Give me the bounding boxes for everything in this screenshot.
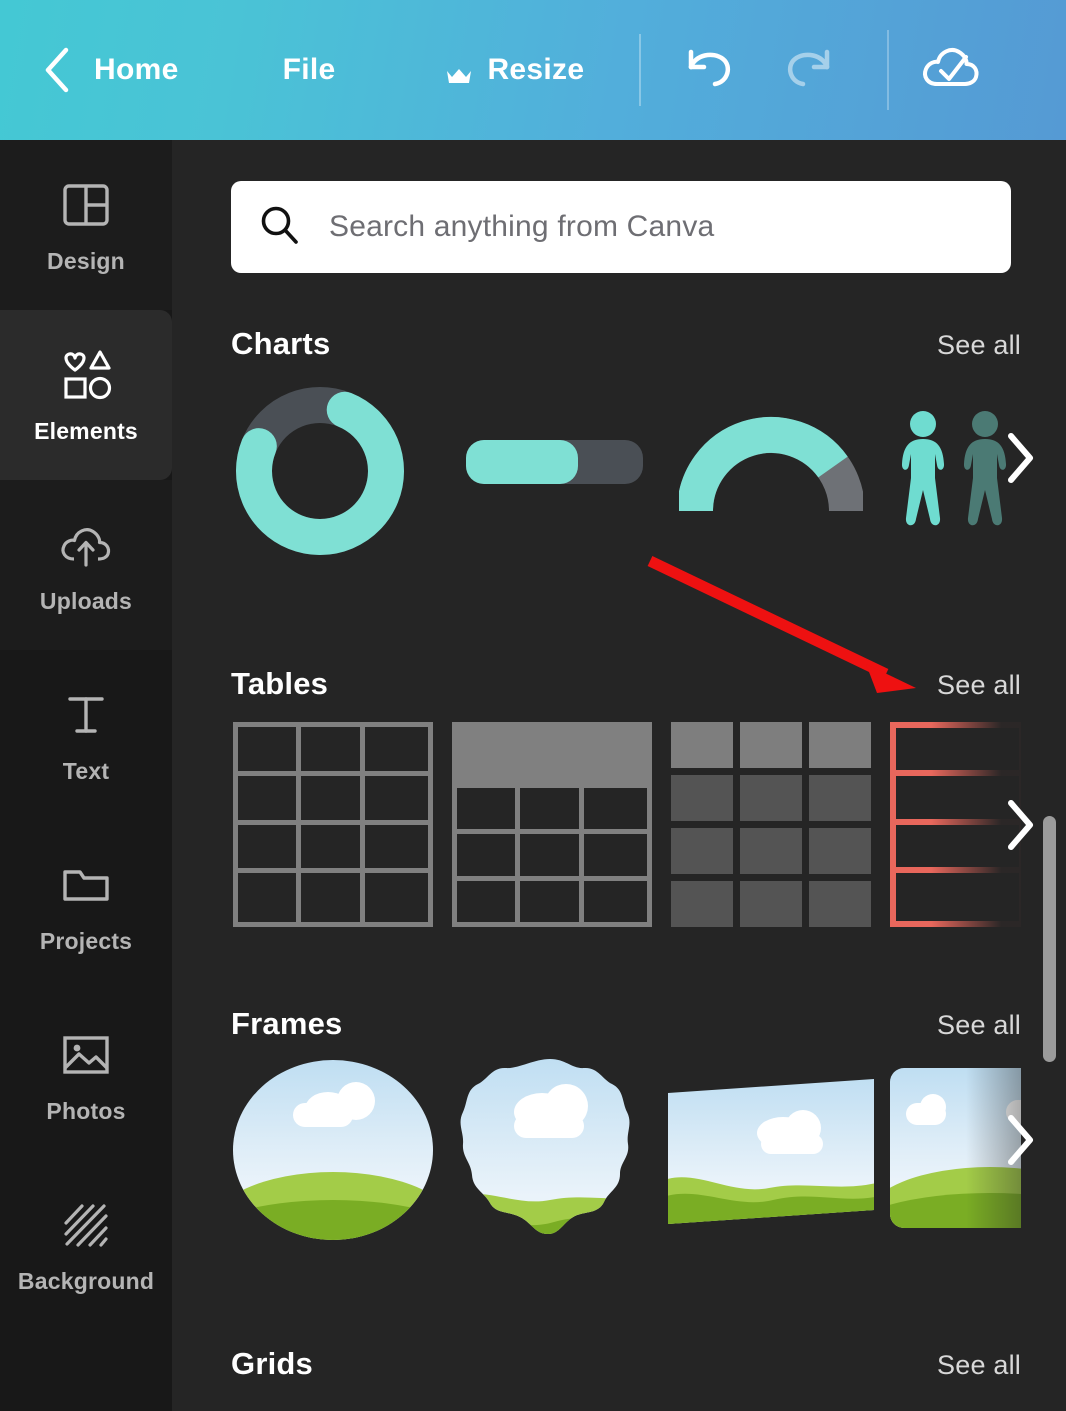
table-header-thumb[interactable] <box>452 722 652 927</box>
donut-chart-thumb[interactable] <box>233 378 408 569</box>
charts-next-chevron-right-icon[interactable] <box>1001 430 1039 491</box>
frame-blob-thumb[interactable] <box>450 1056 650 1250</box>
elements-panel: Search anything from Canva Charts See al… <box>172 140 1066 1411</box>
canva-editor-window: Home File Resize Design Elements Uploads… <box>0 0 1066 1411</box>
sidebar-item-label: Background <box>17 1267 155 1294</box>
file-menu-button[interactable]: File <box>283 53 336 87</box>
left-sidebar: Design Elements Uploads Text Projects Ph… <box>0 140 172 1411</box>
undo-icon <box>681 45 735 96</box>
table-outline-thumb[interactable] <box>233 722 433 927</box>
sidebar-item-label: Projects <box>39 927 133 954</box>
frames-see-all[interactable]: See all <box>937 1010 1021 1041</box>
grids-title: Grids <box>231 1346 313 1381</box>
tables-title: Tables <box>231 666 329 701</box>
frame-circle-thumb[interactable] <box>233 1060 433 1240</box>
file-label: File <box>282 53 336 86</box>
sidebar-item-design[interactable]: Design <box>0 140 172 310</box>
redo-button[interactable] <box>783 45 837 96</box>
image-icon <box>60 1026 112 1084</box>
redo-icon <box>783 45 837 96</box>
home-label: Home <box>94 53 179 86</box>
frames-section-header: Frames See all <box>231 1006 1021 1042</box>
frame-tilted-thumb[interactable] <box>665 1076 877 1226</box>
sidebar-item-text[interactable]: Text <box>0 650 172 820</box>
resize-button[interactable]: Resize <box>445 53 584 87</box>
toolbar-divider-2 <box>887 30 890 110</box>
grids-see-all[interactable]: See all <box>937 1350 1021 1381</box>
chevron-left-icon[interactable] <box>40 46 74 94</box>
charts-see-all[interactable]: See all <box>937 330 1021 361</box>
frames-thumbnail-row <box>231 1059 1033 1240</box>
sidebar-item-background[interactable]: Background <box>0 1160 172 1330</box>
home-button[interactable]: Home <box>94 53 179 87</box>
sidebar-item-label: Elements <box>34 417 138 444</box>
tables-section-header: Tables See all <box>231 666 1021 702</box>
folder-icon <box>60 856 112 914</box>
text-t-icon <box>62 686 110 744</box>
toolbar-divider <box>639 34 642 106</box>
shapes-icon <box>54 346 118 404</box>
sidebar-item-projects[interactable]: Projects <box>0 820 172 990</box>
undo-button[interactable] <box>681 45 735 96</box>
sidebar-item-elements[interactable]: Elements <box>0 310 172 480</box>
scrollbar-thumb[interactable] <box>1043 816 1056 1062</box>
charts-title: Charts <box>231 326 331 361</box>
tables-thumbnail-row <box>231 722 1033 932</box>
search-input[interactable]: Search anything from Canva <box>231 181 1011 273</box>
tables-see-all[interactable]: See all <box>937 670 1021 701</box>
tables-next-chevron-right-icon[interactable] <box>1001 797 1039 858</box>
hatch-icon <box>60 1196 112 1254</box>
sidebar-item-label: Uploads <box>39 587 133 614</box>
crown-icon <box>445 60 473 83</box>
save-status-button[interactable] <box>919 40 983 101</box>
gauge-chart-thumb[interactable] <box>677 415 865 524</box>
charts-section-header: Charts See all <box>231 326 1021 362</box>
sidebar-item-uploads[interactable]: Uploads <box>0 480 172 650</box>
frames-next-chevron-right-icon[interactable] <box>1001 1112 1039 1173</box>
sidebar-item-label: Design <box>47 247 125 274</box>
sidebar-item-label: Text <box>62 757 110 784</box>
charts-thumbnail-row <box>231 382 1033 562</box>
sidebar-item-photos[interactable]: Photos <box>0 990 172 1160</box>
panel-scrollbar[interactable] <box>1038 140 1060 1411</box>
layout-icon <box>61 176 111 234</box>
search-placeholder: Search anything from Canva <box>329 210 715 243</box>
resize-label: Resize <box>487 53 585 86</box>
table-filled-thumb[interactable] <box>671 722 871 927</box>
frames-title: Frames <box>231 1006 343 1041</box>
grids-section-header: Grids See all <box>231 1346 1021 1382</box>
cloud-upload-icon <box>57 516 115 574</box>
cloud-check-icon <box>919 47 983 100</box>
top-toolbar: Home File Resize <box>0 0 1066 140</box>
progress-bar-thumb[interactable] <box>466 440 643 489</box>
sidebar-item-label: Photos <box>46 1097 126 1124</box>
search-icon <box>259 204 301 251</box>
